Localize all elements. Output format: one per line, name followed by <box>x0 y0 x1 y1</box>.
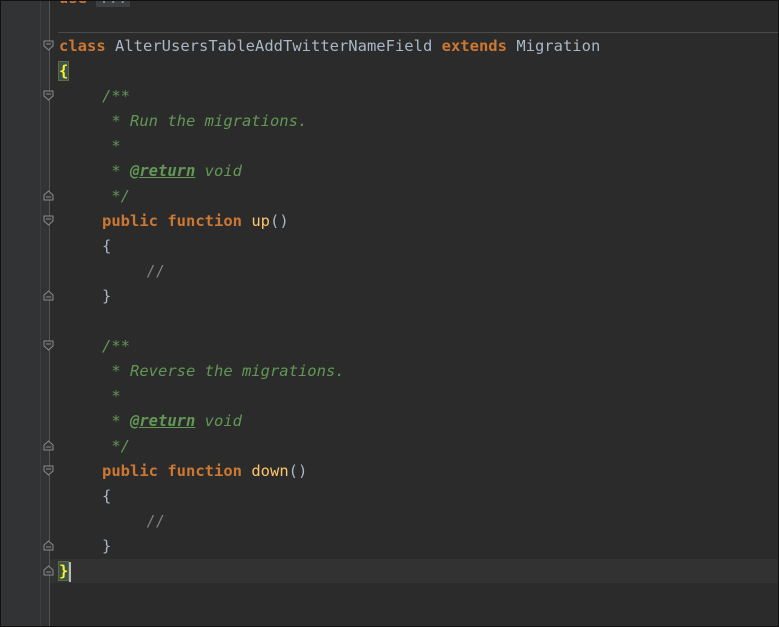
public-keyword: public <box>102 462 158 480</box>
code-line-up-comment[interactable]: // <box>146 260 165 282</box>
fold-open-icon[interactable] <box>43 90 54 101</box>
function-keyword: function <box>167 462 242 480</box>
doc-comment-blank: * <box>102 387 121 405</box>
method-name-up: up <box>251 212 271 230</box>
line-comment: // <box>146 262 165 280</box>
current-line-highlight <box>50 559 779 583</box>
class-name: AlterUsersTableAddTwitterNameField <box>115 37 433 55</box>
matched-open-brace: { <box>57 61 70 81</box>
doc-return-tag: @return <box>130 412 196 430</box>
method-open-brace: { <box>102 237 112 255</box>
doc-comment-blank: * <box>102 137 121 155</box>
class-keyword: class <box>59 37 106 55</box>
code-line-doc-return[interactable]: * @return void <box>102 160 242 182</box>
doc-comment-prefix: * <box>102 412 130 430</box>
doc-return-tag: @return <box>130 162 196 180</box>
extends-keyword: extends <box>441 37 507 55</box>
code-line-doc-close[interactable]: */ <box>102 185 130 207</box>
function-keyword: function <box>167 212 242 230</box>
fold-close-icon[interactable] <box>43 540 54 551</box>
method-close-brace: } <box>102 537 112 555</box>
line-comment: // <box>146 512 165 530</box>
code-line-doc-close[interactable]: */ <box>102 435 130 457</box>
fold-close-icon[interactable] <box>43 290 54 301</box>
parent-class-name: Migration <box>516 37 601 55</box>
code-line-class-declaration[interactable]: class AlterUsersTableAddTwitterNameField… <box>59 35 600 57</box>
code-line-up-open[interactable]: { <box>102 235 111 257</box>
doc-return-type: void <box>195 162 242 180</box>
doc-comment-open: /** <box>102 87 130 105</box>
collapsed-use-block[interactable]: use ... <box>59 0 131 8</box>
public-keyword: public <box>102 212 158 230</box>
code-line-down-signature[interactable]: public function down() <box>102 460 307 482</box>
method-close-brace: } <box>102 287 112 305</box>
code-line-doc-return[interactable]: * @return void <box>102 410 242 432</box>
fold-close-icon[interactable] <box>43 440 54 451</box>
fold-close-icon[interactable] <box>43 190 54 201</box>
fold-close-icon[interactable] <box>43 565 54 576</box>
code-line-up-signature[interactable]: public function up() <box>102 210 289 232</box>
doc-comment-text: * Reverse the migrations. <box>102 362 345 380</box>
code-line-doc-text[interactable]: * Run the migrations. <box>102 110 307 132</box>
code-line-down-close[interactable]: } <box>102 535 111 557</box>
text-caret <box>69 561 72 582</box>
code-line-doc-text[interactable]: * Reverse the migrations. <box>102 360 345 382</box>
fold-open-icon[interactable] <box>43 340 54 351</box>
fold-open-icon[interactable] <box>43 40 54 51</box>
code-line-class-close-brace[interactable]: } <box>57 560 72 582</box>
matched-close-brace: } <box>57 561 70 581</box>
method-open-brace: { <box>102 487 112 505</box>
doc-return-type: void <box>195 412 242 430</box>
use-keyword: use <box>59 0 87 7</box>
code-line-up-close[interactable]: } <box>102 285 111 307</box>
code-line-doc-blank[interactable]: * <box>102 385 121 407</box>
doc-comment-close: */ <box>102 187 130 205</box>
doc-comment-open: /** <box>102 337 130 355</box>
code-editor[interactable]: use ... class AlterUsersTableAddTwitterN… <box>0 0 779 627</box>
method-parens: () <box>288 462 308 480</box>
code-line-doc-blank[interactable]: * <box>102 135 121 157</box>
code-line-down-comment[interactable]: // <box>146 510 165 532</box>
method-parens: () <box>270 212 289 230</box>
method-separator <box>58 32 779 33</box>
code-line-doc-open[interactable]: /** <box>102 335 130 357</box>
fold-placeholder[interactable]: ... <box>96 0 131 7</box>
fold-open-icon[interactable] <box>43 215 54 226</box>
code-line-doc-open[interactable]: /** <box>102 85 130 107</box>
fold-open-icon[interactable] <box>43 465 54 476</box>
doc-comment-text: * Run the migrations. <box>102 112 308 130</box>
method-name-down: down <box>251 462 289 480</box>
gutter-divider <box>40 0 41 627</box>
code-line-class-open-brace[interactable]: { <box>57 60 70 82</box>
doc-comment-close: */ <box>102 437 130 455</box>
doc-comment-prefix: * <box>102 162 130 180</box>
code-line-down-open[interactable]: { <box>102 485 111 507</box>
